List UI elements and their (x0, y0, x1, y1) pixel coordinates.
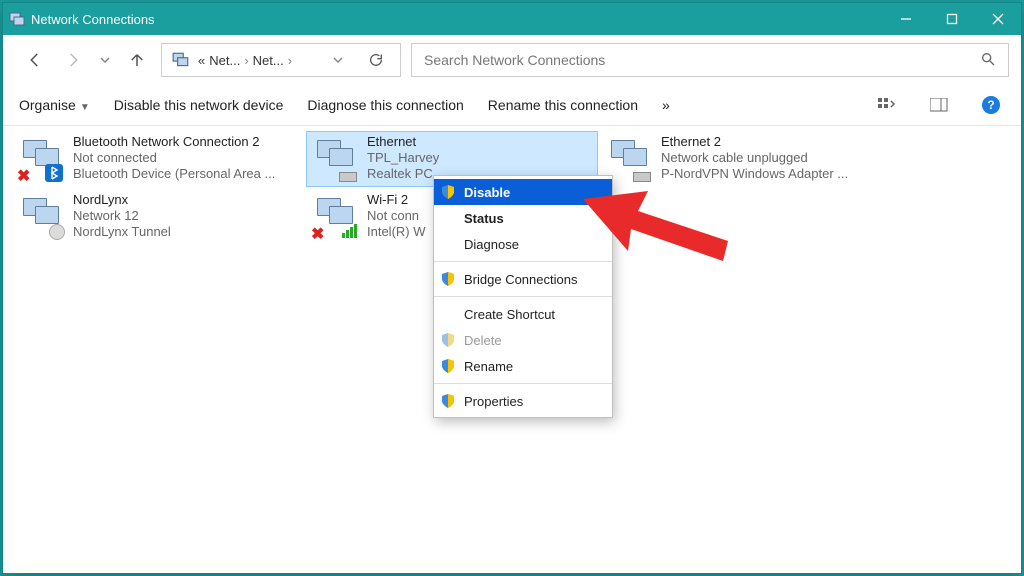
connection-device: Intel(R) W (367, 224, 426, 240)
help-icon: ? (982, 96, 1000, 114)
view-options-button[interactable] (873, 93, 901, 117)
ctx-item-label: Diagnose (464, 237, 519, 252)
connection-status: Not conn (367, 208, 426, 224)
shield-icon (440, 184, 456, 200)
breadcrumb-item: Net... (209, 53, 240, 68)
connection-item-bluetooth[interactable]: ✖ Bluetooth Network Connection 2 Not con… (13, 132, 303, 186)
chevron-down-icon: ▼ (80, 102, 90, 113)
connection-name: NordLynx (73, 192, 171, 208)
chevron-right-icon: › (288, 53, 292, 68)
shield-icon (440, 358, 456, 374)
maximize-button[interactable] (929, 3, 975, 35)
navigation-bar: « Net... › Net... › Search Network Conne… (3, 35, 1021, 87)
connection-name: Wi-Fi 2 (367, 192, 426, 208)
connection-name: Ethernet 2 (661, 134, 848, 150)
connection-device: Realtek PC (367, 166, 439, 182)
ctx-disable[interactable]: Disable (434, 179, 612, 205)
connection-status: Network 12 (73, 208, 171, 224)
connection-status: Network cable unplugged (661, 150, 848, 166)
ctx-item-label: Disable (464, 185, 510, 200)
address-bar[interactable]: « Net... › Net... › (161, 43, 401, 77)
error-x-icon: ✖ (17, 166, 33, 182)
shield-icon (440, 332, 456, 348)
connection-name: Ethernet (367, 134, 439, 150)
ctx-create-shortcut[interactable]: Create Shortcut (434, 301, 612, 327)
connection-item-ethernet2[interactable]: Ethernet 2 Network cable unplugged P-Nor… (601, 132, 891, 186)
separator (434, 383, 612, 384)
connection-device: NordLynx Tunnel (73, 224, 171, 240)
ctx-properties[interactable]: Properties (434, 388, 612, 414)
ctx-item-label: Delete (464, 333, 502, 348)
separator (434, 261, 612, 262)
search-icon (980, 51, 996, 70)
ctx-item-label: Create Shortcut (464, 307, 555, 322)
close-button[interactable] (975, 3, 1021, 35)
window-title: Network Connections (31, 12, 883, 27)
forward-button[interactable] (59, 46, 87, 74)
refresh-button[interactable] (362, 52, 390, 68)
window-controls (883, 3, 1021, 35)
location-icon (172, 51, 190, 69)
shield-icon (440, 271, 456, 287)
adapter-icon: ✖ (17, 134, 65, 182)
tunnel-icon (49, 224, 65, 240)
ctx-item-label: Bridge Connections (464, 272, 577, 287)
chevron-right-icon: › (244, 53, 248, 68)
organise-menu[interactable]: Organise ▼ (19, 97, 90, 113)
overflow-button[interactable]: » (662, 97, 670, 113)
disable-device-button[interactable]: Disable this network device (114, 97, 284, 113)
ethernet-plug-icon (339, 172, 357, 182)
wifi-bars-icon (342, 224, 357, 238)
bluetooth-icon (45, 164, 63, 182)
adapter-icon (311, 134, 359, 182)
back-button[interactable] (21, 46, 49, 74)
search-placeholder: Search Network Connections (424, 52, 605, 68)
ctx-delete: Delete (434, 327, 612, 353)
breadcrumb[interactable]: « Net... › Net... › (198, 53, 292, 68)
breadcrumb-prefix: « (198, 53, 205, 68)
app-icon (9, 11, 25, 27)
error-x-icon: ✖ (311, 224, 327, 240)
rename-button[interactable]: Rename this connection (488, 97, 638, 113)
ctx-status[interactable]: Status (434, 205, 612, 231)
ctx-item-label: Properties (464, 394, 523, 409)
connection-status: TPL_Harvey (367, 150, 439, 166)
help-button[interactable]: ? (977, 93, 1005, 117)
ctx-item-label: Status (464, 211, 504, 226)
separator (434, 296, 612, 297)
shield-icon (440, 393, 456, 409)
connection-item-nordlynx[interactable]: NordLynx Network 12 NordLynx Tunnel (13, 190, 303, 244)
chevron-down-icon[interactable] (332, 54, 344, 66)
adapter-icon (17, 192, 65, 240)
breadcrumb-item: Net... (253, 53, 284, 68)
ctx-item-label: Rename (464, 359, 513, 374)
ctx-diagnose[interactable]: Diagnose (434, 231, 612, 257)
connection-device: Bluetooth Device (Personal Area ... (73, 166, 275, 182)
minimize-button[interactable] (883, 3, 929, 35)
connection-status: Not connected (73, 150, 275, 166)
up-button[interactable] (123, 46, 151, 74)
command-bar: Organise ▼ Disable this network device Di… (3, 87, 1021, 126)
ctx-rename[interactable]: Rename (434, 353, 612, 379)
title-bar: Network Connections (3, 3, 1021, 35)
diagnose-button[interactable]: Diagnose this connection (307, 97, 463, 113)
recent-locations-button[interactable] (97, 46, 113, 74)
search-input[interactable]: Search Network Connections (411, 43, 1009, 77)
window-frame: Network Connections (2, 2, 1022, 574)
connection-name: Bluetooth Network Connection 2 (73, 134, 275, 150)
context-menu: Disable Status Diagnose Bridge Connectio… (433, 175, 613, 418)
connection-device: P-NordVPN Windows Adapter ... (661, 166, 848, 182)
ethernet-plug-icon (633, 172, 651, 182)
preview-pane-button[interactable] (925, 93, 953, 117)
ctx-bridge[interactable]: Bridge Connections (434, 266, 612, 292)
organise-label: Organise (19, 97, 76, 113)
adapter-icon: ✖ (311, 192, 359, 240)
